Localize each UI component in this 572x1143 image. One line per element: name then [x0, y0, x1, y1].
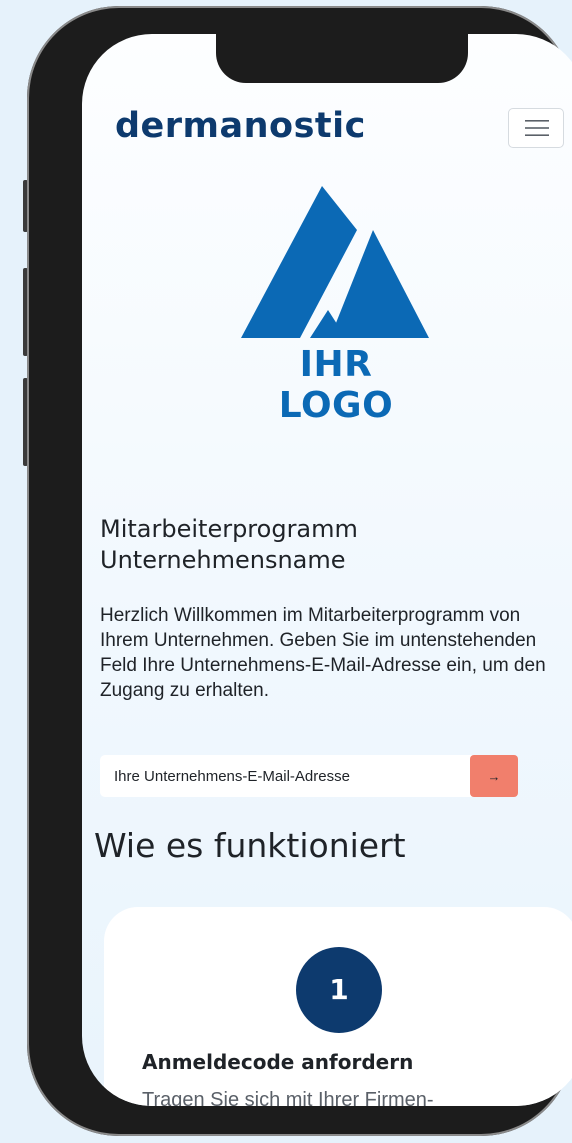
logo-text: IHR LOGO: [278, 344, 394, 426]
step-card: 1 Anmeldecode anfordern Tragen Sie sich …: [104, 907, 572, 1106]
how-it-works-heading: Wie es funktioniert: [94, 826, 406, 865]
submit-button[interactable]: →: [470, 755, 518, 797]
phone-screen: dermanostic IHR LOGO Mitarbeiterprogramm…: [82, 34, 572, 1106]
program-title: Mitarbeiterprogramm Unternehmensname: [100, 514, 550, 576]
step-description: Tragen Sie sich mit Ihrer Firmen-: [142, 1089, 434, 1106]
arrow-right-icon: →: [487, 769, 501, 784]
menu-button[interactable]: [508, 108, 564, 148]
phone-notch: [216, 34, 468, 83]
program-title-line-1: Mitarbeiterprogramm: [100, 515, 358, 543]
program-title-line-2: Unternehmensname: [100, 546, 346, 574]
brand-logo[interactable]: dermanostic: [115, 106, 366, 146]
email-form: →: [100, 755, 518, 797]
company-logo: IHR LOGO: [240, 186, 430, 426]
step-title: Anmeldecode anfordern: [142, 1050, 414, 1074]
welcome-text: Herzlich Willkommen im Mitarbeiterprogra…: [100, 605, 546, 701]
hamburger-menu-icon: [525, 120, 549, 136]
step-number-badge: 1: [296, 947, 382, 1033]
email-input[interactable]: [100, 755, 466, 797]
phone-frame: dermanostic IHR LOGO Mitarbeiterprogramm…: [27, 6, 572, 1136]
mountain-logo-icon: [241, 186, 429, 338]
